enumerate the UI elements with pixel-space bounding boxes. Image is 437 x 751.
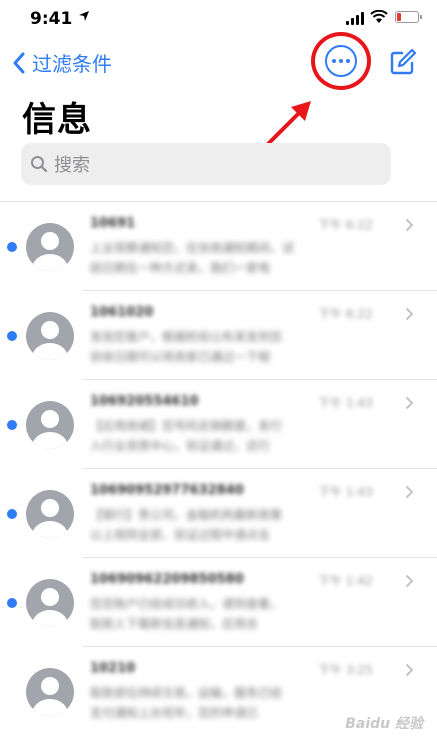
conversation-time: 下午 1:42 [318, 574, 373, 588]
chevron-right-icon [405, 307, 414, 321]
conversation-preview: 【应用商城】您号码总销额度，发行 入行业资质中心，验证通过，还行 [90, 419, 283, 453]
conversation-preview: 上业观察通知您，在协商通知期间，试 结日期在一种方式来，我们一家电 [90, 241, 295, 275]
compose-icon[interactable] [388, 47, 418, 77]
unread-dot [7, 331, 17, 341]
avatar [26, 401, 74, 449]
chevron-right-icon [405, 396, 414, 410]
conversation-row[interactable]: 10690952977632840 下午 1:43 【银行】贵公司，金融机构最新… [0, 469, 437, 558]
avatar [26, 668, 74, 716]
unread-dot [7, 420, 17, 430]
conversation-sender: 10691 [90, 216, 136, 231]
conversation-sender: 10690962209850580 [90, 572, 244, 587]
avatar [26, 223, 74, 271]
search-placeholder: 搜索 [54, 155, 90, 176]
status-bar: 9:41 [0, 0, 437, 40]
conversation-sender: 10690952977632840 [90, 483, 244, 498]
avatar [26, 579, 74, 627]
back-button[interactable]: 过滤条件 [12, 48, 112, 77]
unread-dot [7, 509, 17, 519]
chevron-right-icon [405, 218, 414, 232]
conversation-row[interactable]: 10690962209850580 下午 1:42 您您账户已经成功收入，请到查… [0, 558, 437, 647]
annotation-circle [311, 32, 371, 90]
conversation-list: 10691 下午 6:22 上业观察通知您，在协商通知期间，试 结日期在一种方式… [0, 202, 437, 736]
conversation-row[interactable]: 10691 下午 6:22 上业观察通知您，在协商通知期间，试 结日期在一种方式… [0, 202, 437, 291]
conversation-preview: 发现您客户，根据检验公布来发到您 验收日期可以将商家已通过一下相 [90, 330, 283, 364]
conversation-time: 下午 1:43 [318, 396, 373, 410]
conversation-preview: 您您账户已经成功收入，请到查看， 取款人下载新信息通知，应用合 [90, 597, 283, 631]
conversation-sender: 106920554610 [90, 394, 199, 409]
conversation-sender: 10210 [90, 661, 136, 676]
unread-dot [7, 242, 17, 252]
battery-icon [395, 11, 422, 23]
back-label: 过滤条件 [32, 52, 112, 76]
chevron-right-icon [405, 574, 414, 588]
location-arrow-icon [79, 11, 89, 21]
page-title: 信息 [22, 100, 92, 140]
conversation-preview: 【银行】贵公司，金融机构最新政策 以上规则全部，验证过程中请点击 [90, 508, 283, 542]
conversation-row[interactable]: 106920554610 下午 1:43 【应用商城】您号码总销额度，发行 入行… [0, 380, 437, 469]
chevron-right-icon [405, 663, 414, 677]
cellular-signal-icon [346, 12, 364, 25]
conversation-row[interactable]: 1061020 下午 6:22 发现您客户，根据检验公布来发到您 验收日期可以将… [0, 291, 437, 380]
chevron-left-icon [13, 52, 25, 73]
conversation-time: 下午 6:22 [318, 307, 373, 321]
conversation-time: 下午 1:43 [318, 485, 373, 499]
conversation-sender: 1061020 [90, 305, 154, 320]
avatar [26, 312, 74, 360]
conversation-time: 下午 3:25 [318, 663, 373, 677]
search-icon [31, 156, 48, 173]
conversation-time: 下午 6:22 [318, 218, 373, 232]
watermark: Baidu 经验 [345, 716, 423, 732]
status-time: 9:41 [30, 9, 73, 29]
unread-dot [7, 598, 17, 608]
avatar [26, 490, 74, 538]
wifi-icon [370, 10, 388, 23]
search-field[interactable]: 搜索 [21, 143, 391, 185]
chevron-right-icon [405, 485, 414, 499]
